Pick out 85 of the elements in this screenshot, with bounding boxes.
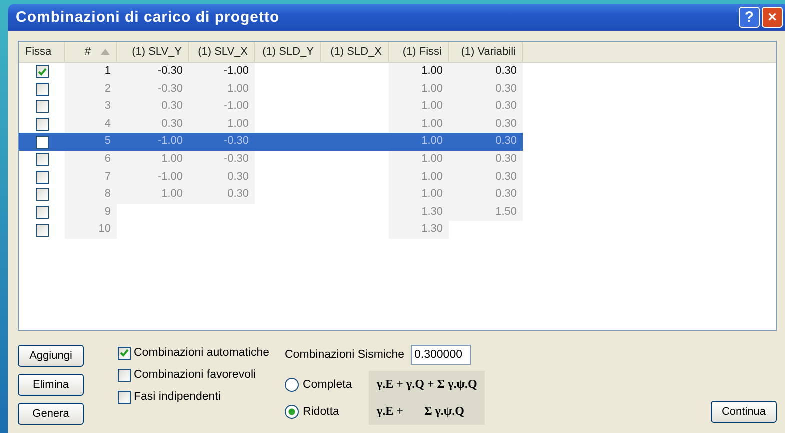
action-button[interactable]: Elimina bbox=[18, 374, 84, 396]
column-header[interactable]: (1) SLV_Y bbox=[117, 42, 189, 62]
table-cell: 1 bbox=[65, 63, 117, 81]
table-cell: 1.00 bbox=[389, 150, 449, 169]
table-cell: 3 bbox=[65, 98, 117, 116]
help-button[interactable]: ? bbox=[739, 7, 760, 28]
column-header[interactable]: # bbox=[65, 42, 117, 62]
radio-button[interactable] bbox=[285, 404, 299, 418]
table-cell: -1.00 bbox=[117, 168, 189, 186]
table-cell: -0.30 bbox=[189, 150, 255, 169]
checkbox[interactable] bbox=[36, 82, 48, 96]
table-cell: 0.30 bbox=[449, 168, 523, 186]
column-header[interactable]: Fissa bbox=[19, 42, 65, 62]
table-cell: 0.30 bbox=[449, 63, 523, 81]
table-cell: 1.30 bbox=[389, 221, 449, 239]
action-button[interactable]: Aggiungi bbox=[18, 345, 84, 367]
table-cell: -0.30 bbox=[117, 80, 189, 98]
table-cell: 0.30 bbox=[449, 116, 523, 134]
window-title: Combinazioni di carico di progetto bbox=[16, 9, 281, 26]
table-cell: -1.00 bbox=[189, 98, 255, 116]
table-cell-text: 1.00 bbox=[420, 134, 444, 150]
seismic-field[interactable]: 0.300000 bbox=[410, 345, 471, 365]
close-button[interactable]: × bbox=[762, 7, 783, 28]
table-row[interactable]: 1 -0.30 -1.00 1.00 0.30 bbox=[19, 63, 523, 81]
checkbox[interactable] bbox=[36, 65, 48, 78]
table-cell: 10 bbox=[65, 221, 117, 239]
column-header[interactable]: (1) SLD_X bbox=[321, 42, 389, 62]
table-cell: 1.00 bbox=[389, 80, 449, 98]
table-cell: 0.30 bbox=[189, 168, 255, 186]
column-header[interactable]: (1) Variabili bbox=[449, 42, 523, 62]
table-cell: 1.00 bbox=[189, 80, 255, 98]
table-cell: 0.30 bbox=[449, 98, 523, 116]
table-cell: 1.00 bbox=[389, 98, 449, 116]
table-cell-text: 5 bbox=[104, 134, 112, 150]
formula: γ.E + Σ γ.ψ.Q bbox=[369, 398, 485, 425]
table-cell: -0.30 bbox=[117, 63, 189, 81]
formula: γ.E + γ.Q + Σ γ.ψ.Q bbox=[369, 371, 485, 398]
checkbox-label: Combinazioni favorevoli bbox=[134, 369, 256, 381]
table-cell: 1.00 bbox=[389, 186, 449, 204]
checkbox[interactable] bbox=[118, 368, 131, 382]
checkbox[interactable] bbox=[36, 170, 48, 184]
table-cell: 7 bbox=[65, 168, 117, 186]
table-cell: 1.00 bbox=[189, 116, 255, 134]
table-cell: 1.00 bbox=[117, 150, 189, 169]
checkbox[interactable] bbox=[36, 224, 48, 237]
checkbox[interactable] bbox=[36, 100, 48, 114]
seismic-label: Combinazioni Sismiche bbox=[285, 349, 405, 361]
table-cell: 1.30 bbox=[389, 204, 449, 222]
checkbox[interactable] bbox=[36, 188, 48, 202]
radio-label: Completa bbox=[303, 378, 352, 390]
table-cell: 0.30 bbox=[449, 150, 523, 169]
checkbox[interactable] bbox=[36, 206, 48, 220]
table-cell: 0.30 bbox=[189, 186, 255, 204]
table-cell: 9 bbox=[65, 204, 117, 222]
continue-button[interactable]: Continua bbox=[711, 401, 777, 423]
table-cell-text: -1.00 bbox=[156, 134, 184, 150]
table-cell-text: -0.30 bbox=[222, 134, 250, 150]
radio-button[interactable] bbox=[285, 378, 299, 392]
column-header[interactable]: (1) SLV_X bbox=[189, 42, 255, 62]
table-cell: 6 bbox=[65, 150, 117, 169]
table-cell: 1.00 bbox=[117, 186, 189, 204]
column-header[interactable]: (1) SLD_Y bbox=[255, 42, 321, 62]
table-cell: 0.30 bbox=[449, 186, 523, 204]
checkbox[interactable] bbox=[36, 153, 48, 166]
action-button[interactable]: Genera bbox=[18, 403, 84, 425]
table-cell: 4 bbox=[65, 116, 117, 134]
checkbox[interactable] bbox=[36, 118, 48, 132]
checkbox[interactable] bbox=[36, 136, 48, 149]
table-cell: 1.50 bbox=[449, 204, 523, 222]
table-cell: 8 bbox=[65, 186, 117, 204]
table-cell: 1.00 bbox=[389, 63, 449, 81]
table-cell: 1.00 bbox=[389, 168, 449, 186]
checkbox-label: Fasi indipendenti bbox=[134, 391, 221, 403]
checkbox-label: Combinazioni automatiche bbox=[134, 347, 270, 359]
checkbox[interactable] bbox=[118, 346, 131, 360]
table-cell: 0.30 bbox=[117, 116, 189, 134]
column-header[interactable]: (1) Fissi bbox=[389, 42, 449, 62]
table-cell-text: 0.30 bbox=[494, 134, 518, 150]
radio-label: Ridotta bbox=[303, 406, 340, 418]
table-cell: 2 bbox=[65, 80, 117, 98]
table-cell: 1.00 bbox=[389, 116, 449, 134]
table-cell: -1.00 bbox=[189, 63, 255, 81]
checkbox[interactable] bbox=[118, 390, 131, 404]
table-cell: 0.30 bbox=[449, 80, 523, 98]
table-cell: 0.30 bbox=[117, 98, 189, 116]
